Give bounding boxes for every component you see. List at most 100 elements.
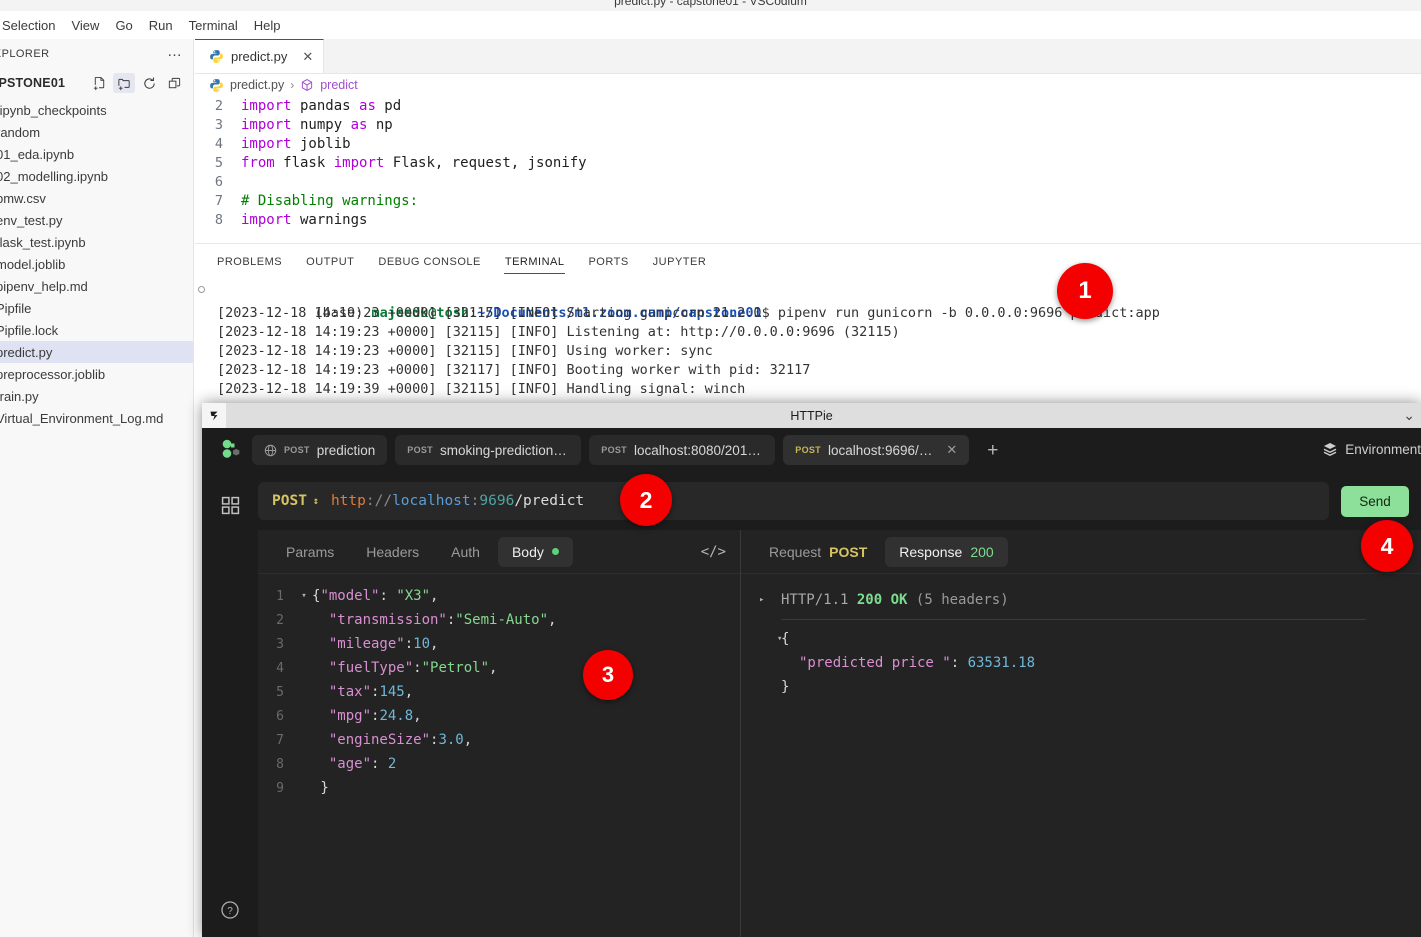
url-field[interactable]: POST ↕ http://localhost:9696/predict: [258, 482, 1329, 520]
response-tab-value: POST: [829, 543, 868, 560]
menu-item-selection[interactable]: Selection: [0, 15, 63, 36]
file-list-item[interactable]: Virtual_Environment_Log.md: [0, 407, 193, 429]
response-divider: [781, 619, 1366, 620]
line-number: 4: [214, 135, 223, 152]
new-folder-icon[interactable]: [113, 73, 135, 93]
code-line: 7 # Disabling warnings:: [195, 191, 1421, 210]
chevron-right-icon[interactable]: ▸: [759, 595, 781, 605]
file-list-item[interactable]: predict.py: [0, 341, 193, 363]
response-tab-response[interactable]: Response 200: [885, 536, 1008, 567]
body-text: "transmission":"Semi-Auto",: [312, 612, 557, 628]
line-number: 7: [276, 732, 284, 748]
panel-tab-jupyter[interactable]: JUPYTER: [641, 247, 719, 276]
file-list-item[interactable]: env_test.py: [0, 209, 193, 231]
collapse-all-icon[interactable]: [163, 73, 185, 93]
request-body-editor[interactable]: 1 ▾ {"model": "X3", 2 "transmission":"Semi-…: [258, 574, 740, 937]
tab-method: POST: [795, 445, 821, 455]
collections-grid-icon[interactable]: [202, 496, 258, 515]
help-icon[interactable]: ?: [202, 900, 258, 920]
explorer-sidebar: EXPLORER … CAPSTONE01: [0, 39, 194, 937]
terminal-dollar: $: [761, 305, 778, 321]
file-list-item[interactable]: Pipfile: [0, 297, 193, 319]
breadcrumb-file[interactable]: predict.py: [230, 78, 284, 92]
method-selector[interactable]: POST ↕: [272, 493, 319, 509]
svg-text:?: ?: [227, 906, 233, 917]
environment-selector[interactable]: Environment: [1322, 441, 1421, 457]
file-list-item[interactable]: model.joblib: [0, 253, 193, 275]
url-host: localhost: [392, 493, 471, 509]
editor-tab-predict-py[interactable]: predict.py ✕: [195, 39, 325, 73]
terminal-prompt-line: (base) majeedk@tosh:~/Documents/ml.zoom.…: [201, 285, 1421, 321]
panel-tab-ports[interactable]: PORTS: [576, 247, 640, 276]
body-line: 9 }: [258, 776, 740, 800]
send-button[interactable]: Send: [1341, 485, 1409, 517]
httpie-left-rail: ?: [202, 472, 258, 937]
request-response-panes: Params Headers Auth Body </> 1 ▾ {"model": "X3…: [258, 530, 1421, 937]
file-list-item[interactable]: pipenv_help.md: [0, 275, 193, 297]
line-number: 4: [276, 660, 284, 676]
file-list-item[interactable]: random: [0, 121, 193, 143]
menu-item-help[interactable]: Help: [246, 15, 289, 36]
file-list-item[interactable]: 02_modelling.ipynb: [0, 165, 193, 187]
panel-tab-problems[interactable]: PROBLEMS: [205, 247, 294, 276]
file-list-item[interactable]: train.py: [0, 385, 193, 407]
close-icon[interactable]: ✕: [302, 50, 313, 63]
response-tab-request[interactable]: Request POST: [755, 537, 881, 567]
body-line: 1 ▾ {"model": "X3",: [258, 584, 740, 608]
breadcrumb-symbol[interactable]: predict: [320, 78, 358, 92]
refresh-icon[interactable]: [138, 73, 160, 93]
response-colon: :: [950, 655, 968, 671]
body-line: 3 "mileage":10,: [258, 632, 740, 656]
request-tab-headers[interactable]: Headers: [352, 537, 433, 567]
terminal-line: [2023-12-18 14:19:23 +0000] [32115] [INF…: [217, 343, 713, 359]
explorer-more-icon[interactable]: …: [167, 44, 183, 61]
file-list-item[interactable]: flask_test.ipynb: [0, 231, 193, 253]
code-text: import numpy as np: [241, 116, 393, 133]
menu-item-view[interactable]: View: [63, 15, 107, 36]
file-list-item[interactable]: 01_eda.ipynb: [0, 143, 193, 165]
menu-item-run[interactable]: Run: [141, 15, 181, 36]
fold-caret-icon[interactable]: ▾: [296, 591, 312, 601]
response-body[interactable]: ▸ HTTP/1.1 200 OK (5 headers) ▾{ "predict…: [741, 574, 1421, 937]
line-number: 2: [276, 612, 284, 628]
menu-item-terminal[interactable]: Terminal: [181, 15, 246, 36]
request-tab-params[interactable]: Params: [272, 537, 348, 567]
new-file-icon[interactable]: [88, 73, 110, 93]
response-json-close: }: [741, 675, 1421, 699]
body-text: "mpg":24.8,: [312, 708, 422, 724]
file-list-item[interactable]: Pipfile.lock: [0, 319, 193, 341]
httpie-tab-2[interactable]: POST localhost:8080/2015…: [589, 435, 776, 465]
file-list-item[interactable]: preprocessor.joblib: [0, 363, 193, 385]
tab-label: localhost:8080/2015…: [633, 442, 764, 458]
code-viewport[interactable]: 2 import pandas as pd 3 import numpy as np 4…: [195, 96, 1421, 243]
new-tab-button[interactable]: +: [977, 441, 1008, 460]
response-json-open[interactable]: ▾{: [741, 627, 1421, 651]
code-generator-icon[interactable]: </>: [701, 544, 726, 560]
explorer-folder-row[interactable]: CAPSTONE01: [0, 69, 193, 97]
request-url-row: POST ↕ http://localhost:9696/predict Sen…: [258, 472, 1421, 530]
window-minimize-icon[interactable]: ⌄: [1403, 407, 1415, 424]
panel-tab-terminal[interactable]: TERMINAL: [493, 247, 577, 276]
line-number: 3: [276, 636, 284, 652]
response-status-line[interactable]: ▸ HTTP/1.1 200 OK (5 headers): [741, 588, 1421, 612]
file-list-item[interactable]: bmw.csv: [0, 187, 193, 209]
request-pane: Params Headers Auth Body </> 1 ▾ {"model": "X3…: [258, 530, 740, 937]
python-file-icon: [210, 50, 223, 63]
request-tab-auth[interactable]: Auth: [437, 537, 494, 567]
chevron-down-icon[interactable]: ▾: [759, 634, 782, 644]
panel-tab-output[interactable]: OUTPUT: [294, 247, 366, 276]
line-number: 1: [276, 588, 284, 604]
httpie-tab-0[interactable]: POST prediction: [252, 435, 388, 465]
environment-label: Environment: [1345, 441, 1421, 457]
file-list-item[interactable]: .ipynb_checkpoints: [0, 99, 193, 121]
request-tab-body[interactable]: Body: [497, 536, 573, 567]
httpie-tab-3[interactable]: POST localhost:9696/predi… ✕: [783, 435, 970, 465]
menu-item-go[interactable]: Go: [107, 15, 140, 36]
close-icon[interactable]: ✕: [946, 442, 957, 458]
screen: predict.py - capstone01 - VSCodium Selec…: [0, 0, 1421, 937]
code-text: import joblib: [241, 135, 351, 152]
panel-tab-debug-console[interactable]: DEBUG CONSOLE: [366, 247, 492, 276]
file-name: 01_eda.ipynb: [0, 146, 75, 162]
url-input[interactable]: http://localhost:9696/predict: [331, 493, 584, 509]
httpie-tab-1[interactable]: POST smoking-prediction.o…: [395, 435, 582, 465]
